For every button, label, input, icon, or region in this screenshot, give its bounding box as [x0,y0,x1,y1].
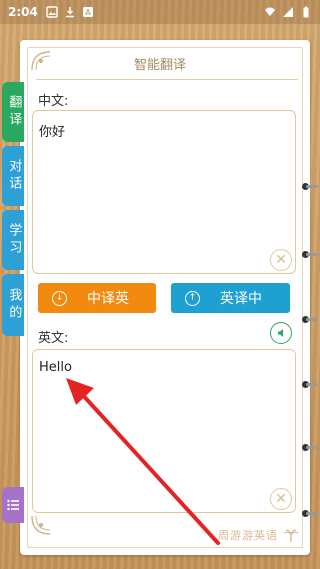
tab-label: 翻译 [6,95,22,129]
binder-ring [302,183,318,190]
tab-mine[interactable]: 我的 [2,274,24,336]
source-text-input[interactable]: 你好 [32,110,296,274]
tab-translate[interactable]: 翻译 [2,82,24,142]
svg-text:A: A [85,8,91,17]
speaker-button[interactable] [270,322,292,344]
download-icon [65,7,74,18]
arrow-down-circle-icon: ↓ [52,290,67,306]
tab-study[interactable]: 学习 [2,210,24,270]
target-label: 英文: [38,331,69,346]
close-icon: ✕ [275,491,287,507]
status-bar: 2:04 A [0,0,320,24]
tab-dialogue[interactable]: 对话 [2,146,24,206]
wifi-icon [265,7,275,16]
palm-tree-icon [283,529,298,542]
corner-ornament-icon [31,515,51,535]
status-time: 2:04 [8,5,38,19]
target-text-output[interactable]: Hello [32,349,296,513]
title-divider [36,79,298,80]
binder-ring [302,444,318,451]
list-icon [7,499,19,511]
source-label: 中文: [38,94,69,109]
binder-ring [302,381,318,388]
tab-label: 我的 [6,288,22,322]
source-text: 你好 [39,125,66,140]
battery-icon [303,6,309,18]
close-icon: ✕ [275,252,287,268]
tab-label: 对话 [6,159,22,193]
binder-ring [302,510,318,517]
speaker-icon [278,329,283,337]
en-to-zh-label: 英译中 [220,291,262,307]
brand-watermark: 周游游英语 [218,527,299,543]
zh-to-en-button[interactable]: ↓ 中译英 [38,283,156,313]
arrow-up-circle-icon: ↑ [185,290,200,306]
tab-label: 学习 [6,223,22,257]
signal-icon [283,7,293,17]
binder-ring [302,316,318,323]
translate-app-icon: A [82,7,93,17]
gallery-icon [46,6,58,18]
en-to-zh-button[interactable]: ↑ 英译中 [171,283,290,313]
binder-ring [302,251,318,258]
target-text: Hello [39,360,72,375]
clear-source-button[interactable]: ✕ [270,249,292,271]
clear-target-button[interactable]: ✕ [270,488,292,510]
menu-button[interactable] [2,487,24,523]
page-title: 智能翻译 [133,58,186,73]
zh-to-en-label: 中译英 [87,291,129,307]
brand-text: 周游游英语 [218,529,278,542]
